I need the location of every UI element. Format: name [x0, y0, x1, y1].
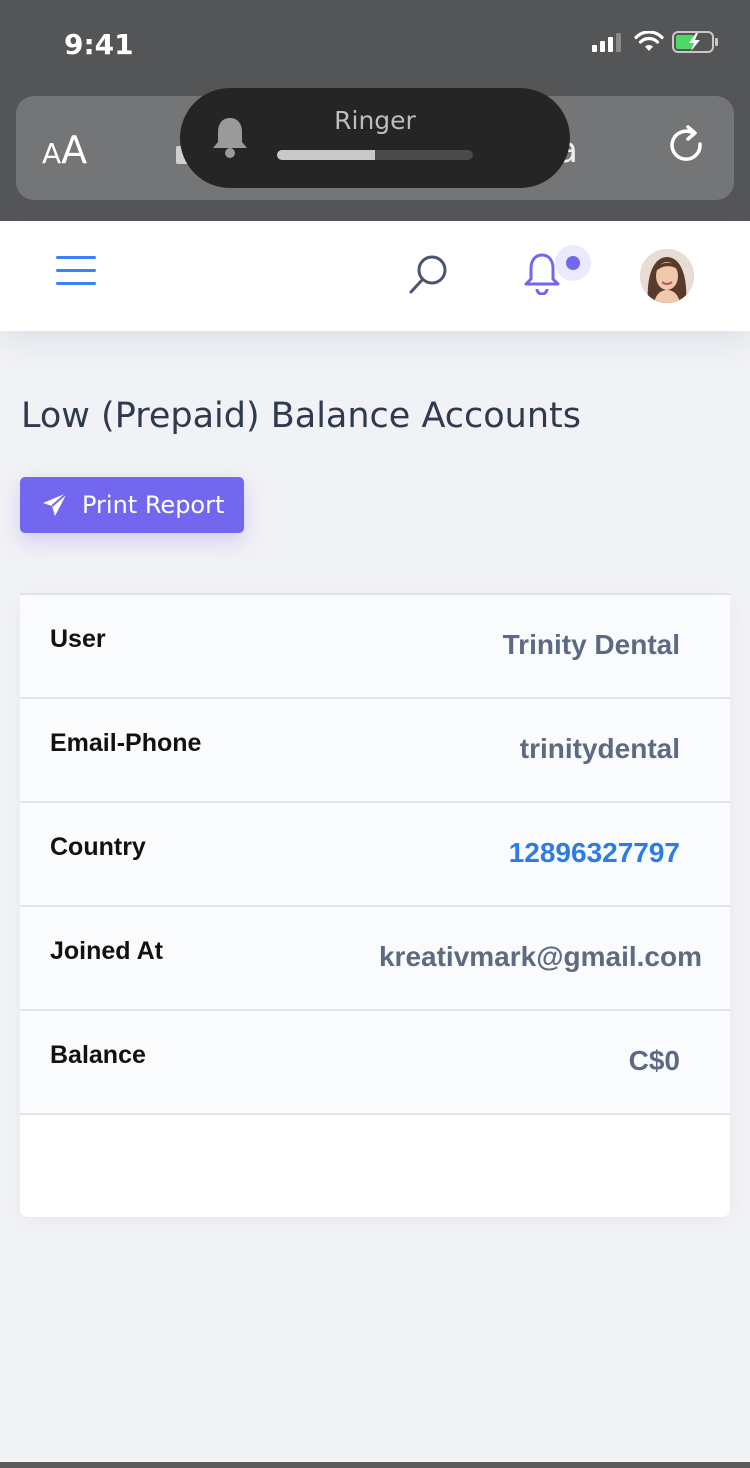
- notification-bell-icon[interactable]: [522, 251, 562, 295]
- detail-key: Balance: [50, 1041, 146, 1069]
- avatar[interactable]: [640, 249, 694, 303]
- status-time: 9:41: [64, 28, 134, 61]
- detail-row-country: Country 12896327797: [20, 803, 730, 907]
- app-header: [0, 221, 750, 331]
- bell-icon: [213, 118, 247, 158]
- ringer-label: Ringer: [334, 106, 416, 135]
- reload-icon[interactable]: [664, 124, 710, 170]
- send-icon: [43, 492, 68, 516]
- cellular-signal-icon: [592, 33, 621, 52]
- print-report-label: Print Report: [82, 491, 225, 519]
- detail-value: trinitydental: [519, 733, 680, 764]
- battery-charging-icon: [672, 31, 718, 53]
- phone-link[interactable]: 12896327797: [509, 837, 680, 869]
- detail-key: Joined At: [50, 937, 163, 965]
- notification-dot: [566, 256, 580, 270]
- bottom-bar: [0, 1462, 750, 1468]
- page-title: Low (Prepaid) Balance Accounts: [21, 396, 581, 436]
- detail-value: C$0: [628, 1045, 680, 1076]
- user-avatar-icon: [640, 249, 694, 303]
- detail-key: User: [50, 625, 106, 653]
- account-details-card: User Trinity Dental Email-Phone trinityd…: [20, 595, 730, 1217]
- detail-row-joined-at: Joined At kreativmark@gmail.com: [20, 907, 730, 1011]
- text-size-button[interactable]: AA: [42, 128, 87, 172]
- detail-key: Email-Phone: [50, 729, 202, 757]
- menu-icon[interactable]: [56, 256, 96, 288]
- ringer-volume-bar: [277, 150, 473, 160]
- browser-top-bar: 9:41 AA a Ringer: [0, 0, 750, 221]
- wifi-icon: [634, 31, 664, 51]
- print-report-button[interactable]: Print Report: [20, 477, 244, 533]
- detail-key: Country: [50, 833, 146, 861]
- search-icon[interactable]: [406, 251, 452, 297]
- ringer-volume-fill: [277, 150, 375, 160]
- ringer-hud: Ringer: [180, 88, 570, 188]
- detail-value: kreativmark@gmail.com: [378, 941, 702, 972]
- status-icons: [592, 30, 720, 54]
- detail-row-email-phone: Email-Phone trinitydental: [20, 699, 730, 803]
- detail-value: Trinity Dental: [502, 629, 680, 660]
- detail-row-user: User Trinity Dental: [20, 595, 730, 699]
- detail-row-balance: Balance C$0: [20, 1011, 730, 1115]
